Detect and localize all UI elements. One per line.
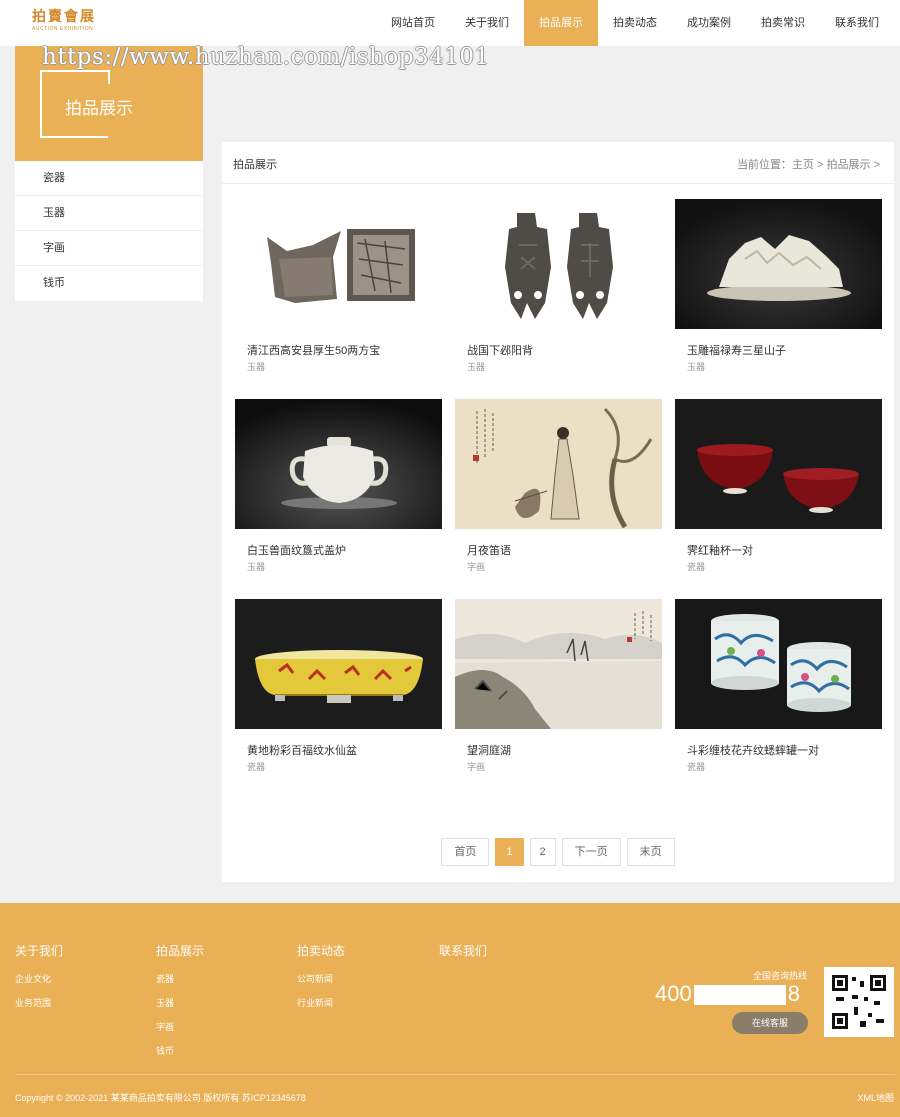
sidebar-menu: 瓷器 玉器 字画 钱币 (15, 161, 203, 301)
content-panel: 拍品展示 当前位置：主页 > 拍品展示 > 清江西高安县厚生50两方宝 玉器 战… (222, 142, 894, 882)
product-name[interactable]: 霁红釉杯一对 (687, 542, 753, 558)
footer-link[interactable]: 行业新闻 (297, 997, 345, 1009)
panel-header: 拍品展示 当前位置：主页 > 拍品展示 > (222, 142, 894, 184)
footer-link[interactable]: 企业文化 (15, 973, 63, 985)
breadcrumb-prefix: 当前位置： (736, 159, 792, 171)
product-category: 玉器 (247, 362, 266, 372)
page-title: 拍品展示 (233, 159, 277, 171)
footer-heading[interactable]: 联系我们 (439, 942, 487, 959)
watermark-text: https://www.huzhan.com/ishop34101 (42, 44, 490, 70)
product-name[interactable]: 战国下邲阳背 (467, 342, 533, 358)
sidebar-item-jade[interactable]: 玉器 (15, 196, 203, 231)
hotline-number: 400 8 (655, 981, 800, 1007)
nav-home[interactable]: 网站首页 (376, 0, 450, 46)
qr-code-icon (824, 967, 894, 1037)
nav-knowledge[interactable]: 拍卖常识 (746, 0, 820, 46)
hotline-end: 8 (787, 981, 800, 1006)
breadcrumb-home[interactable]: 主页 (792, 159, 814, 171)
nav-contact[interactable]: 联系我们 (820, 0, 894, 46)
footer-link[interactable]: 业务范围 (15, 997, 63, 1009)
product-card[interactable]: 白玉兽面纹簋式盖炉 玉器 (235, 399, 442, 579)
redaction-mask (693, 985, 786, 1006)
footer-link[interactable]: 钱币 (156, 1045, 204, 1057)
product-name[interactable]: 黄地粉彩百福纹水仙盆 (247, 742, 357, 758)
yellow-basin-image (235, 599, 442, 729)
product-name[interactable]: 白玉兽面纹簋式盖炉 (247, 542, 346, 558)
main-nav: 网站首页 关于我们 拍品展示 拍卖动态 成功案例 拍卖常识 联系我们 (376, 0, 894, 46)
product-card[interactable]: 战国下邲阳背 玉器 (455, 199, 662, 379)
product-card[interactable]: 黄地粉彩百福纹水仙盆 瓷器 (235, 599, 442, 779)
footer-link[interactable]: 公司新闻 (297, 973, 345, 985)
painting-flute-image (455, 399, 662, 529)
footer-divider (15, 1074, 895, 1075)
product-card[interactable]: 望洞庭湖 字画 (455, 599, 662, 779)
pagination: 首页 1 2 下一页 末页 (222, 838, 894, 866)
breadcrumb-tail: > (873, 159, 880, 171)
breadcrumb-separator: > (817, 159, 824, 171)
copyright-text: Copyright © 2002-2021 某某商品拍卖有限公司 版权所有 苏I… (15, 1093, 306, 1103)
footer-heading[interactable]: 拍卖动态 (297, 942, 345, 959)
product-category: 玉器 (247, 562, 266, 572)
product-category: 玉器 (687, 362, 706, 372)
page-1-button[interactable]: 1 (495, 838, 524, 866)
first-page-button[interactable]: 首页 (441, 838, 490, 866)
product-category: 玉器 (467, 362, 486, 372)
product-category: 瓷器 (687, 562, 706, 572)
product-card[interactable]: 斗彩缠枝花卉纹蟋蟀罐一对 瓷器 (675, 599, 882, 779)
product-name[interactable]: 望洞庭湖 (467, 742, 511, 758)
page-2-button[interactable]: 2 (529, 838, 556, 866)
footer-col-about: 关于我们 企业文化 业务范围 (15, 942, 63, 1021)
nav-about[interactable]: 关于我们 (450, 0, 524, 46)
silver-ingot-image (235, 199, 442, 329)
hotline-start: 400 (655, 981, 692, 1006)
logo-text: 拍賣會展 (32, 9, 96, 25)
product-category: 字画 (467, 762, 486, 772)
product-name[interactable]: 斗彩缠枝花卉纹蟋蟀罐一对 (687, 742, 819, 758)
xml-sitemap-link[interactable]: XML地图 (857, 1091, 894, 1104)
product-name[interactable]: 玉雕福禄寿三星山子 (687, 342, 786, 358)
red-cups-image (675, 399, 882, 529)
site-header: 拍賣會展 AUCTION EXHIBITION 网站首页 关于我们 拍品展示 拍… (0, 0, 900, 46)
landscape-painting-image (455, 599, 662, 729)
breadcrumb-current[interactable]: 拍品展示 (827, 159, 871, 171)
logo-subtitle: AUCTION EXHIBITION (32, 26, 94, 32)
blue-white-jars-image (675, 599, 882, 729)
last-page-button[interactable]: 末页 (626, 838, 675, 866)
online-service-button[interactable]: 在线客服 (732, 1012, 808, 1034)
sidebar-item-porcelain[interactable]: 瓷器 (15, 161, 203, 196)
breadcrumb: 当前位置：主页 > 拍品展示 > (737, 156, 880, 172)
jade-censer-image (235, 399, 442, 529)
product-category: 瓷器 (247, 762, 266, 772)
next-page-button[interactable]: 下一页 (561, 838, 621, 866)
footer-link[interactable]: 玉器 (156, 997, 204, 1009)
nav-cases[interactable]: 成功案例 (672, 0, 746, 46)
footer-col-news: 拍卖动态 公司新闻 行业新闻 (297, 942, 345, 1021)
nav-products[interactable]: 拍品展示 (524, 0, 598, 46)
product-category: 字画 (467, 562, 486, 572)
footer-link[interactable]: 瓷器 (156, 973, 204, 985)
site-footer: 关于我们 企业文化 业务范围 拍品展示 瓷器 玉器 字画 钱币 拍卖动态 公司新… (0, 903, 900, 1117)
footer-heading[interactable]: 拍品展示 (156, 942, 204, 959)
product-card[interactable]: 清江西高安县厚生50两方宝 玉器 (235, 199, 442, 379)
jade-carving-image (675, 199, 882, 329)
nav-news[interactable]: 拍卖动态 (598, 0, 672, 46)
ancient-coin-image (455, 199, 662, 329)
sidebar-item-painting[interactable]: 字画 (15, 231, 203, 266)
sidebar-title: 拍品展示 (65, 99, 133, 118)
footer-link[interactable]: 字画 (156, 1021, 204, 1033)
product-name[interactable]: 清江西高安县厚生50两方宝 (247, 342, 380, 358)
site-logo[interactable]: 拍賣會展 AUCTION EXHIBITION (32, 8, 102, 38)
product-name[interactable]: 月夜笛语 (467, 542, 511, 558)
product-card[interactable]: 霁红釉杯一对 瓷器 (675, 399, 882, 579)
footer-col-products: 拍品展示 瓷器 玉器 字画 钱币 (156, 942, 204, 1069)
footer-col-contact: 联系我们 (439, 942, 487, 973)
sidebar-item-coins[interactable]: 钱币 (15, 266, 203, 301)
product-card[interactable]: 月夜笛语 字画 (455, 399, 662, 579)
product-card[interactable]: 玉雕福禄寿三星山子 玉器 (675, 199, 882, 379)
product-category: 瓷器 (687, 762, 706, 772)
footer-heading[interactable]: 关于我们 (15, 942, 63, 959)
